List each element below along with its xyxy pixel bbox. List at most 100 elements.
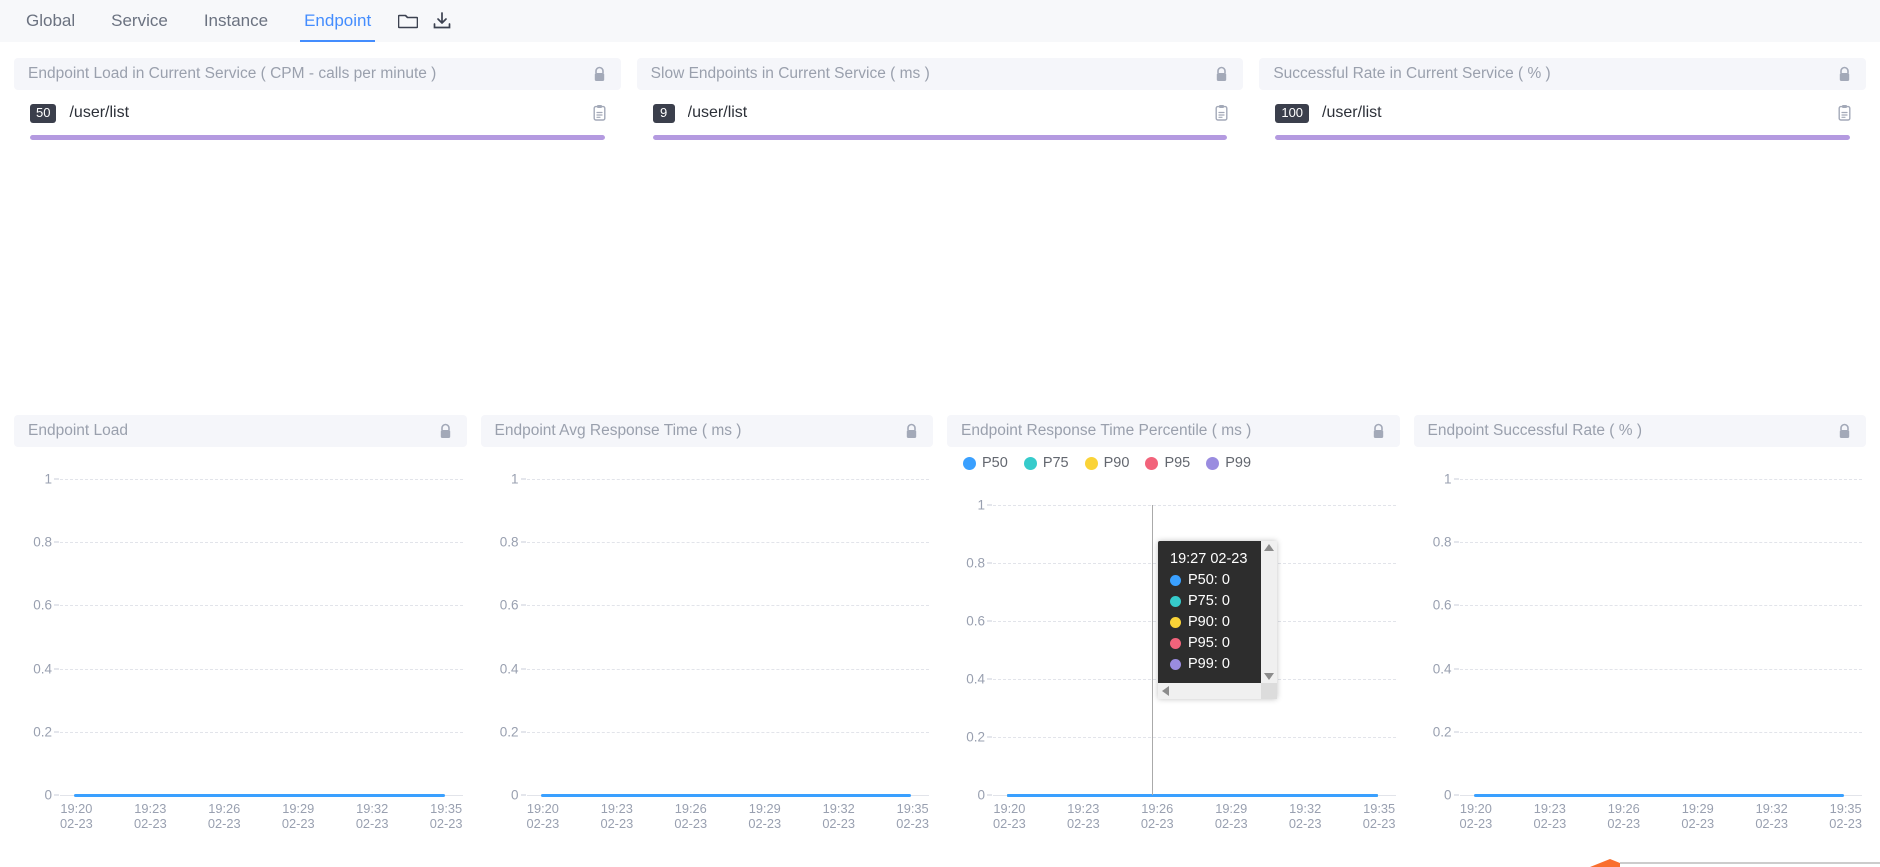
y-axis-tick-label: 0.8 [499,534,519,550]
legend-item-p95[interactable]: P95 [1145,455,1190,471]
clipboard-icon[interactable] [1214,104,1229,122]
clipboard-icon[interactable] [592,104,607,122]
tooltip-vertical-scrollbar[interactable] [1261,541,1277,683]
x-axis-tick-label: 19:35 02-23 [1829,801,1862,831]
folder-icon[interactable] [393,0,423,42]
x-axis-tick-label: 19:32 02-23 [355,801,389,831]
y-axis-tick-mark [520,604,526,606]
y-axis-tick-label: 0.6 [499,597,519,613]
download-icon[interactable] [427,0,457,42]
card-body: 100 /user/list [1259,90,1866,140]
chart-canvas-successful-rate[interactable]: 1 0.8 0.6 0.4 0.2 0 19:20 02-23 19:23 02-23 19:26 0… [1414,461,1867,841]
triangle-down-icon[interactable] [1264,673,1274,680]
x-axis-tick-label: 19:32 02-23 [1288,801,1322,831]
clipboard-icon[interactable] [1837,104,1852,122]
x-axis-tick-label: 19:29 02-23 [281,801,315,831]
y-axis-tick-mark [54,668,59,670]
legend-label-p90: P90 [1103,455,1130,471]
y-axis-tick-mark [520,541,526,543]
legend-item-p50[interactable]: P50 [963,455,1008,471]
legend-dot-p99 [1206,456,1220,470]
y-axis-tick-mark [1453,668,1459,670]
tooltip-content: 19:27 02-23 P50: 0 P75: 0 P90: 0 P95: 0 P99: … [1158,541,1261,683]
lock-icon[interactable] [1214,66,1229,83]
gridline [993,737,1396,738]
card-endpoint-load-current-service: Endpoint Load in Current Service ( CPM -… [14,58,621,140]
gridline [60,542,463,544]
x-axis-tick-label: 19:32 02-23 [822,801,856,831]
x-axis: 19:20 02-23 19:23 02-23 19:26 02-23 19:29 02-23… [60,801,463,831]
legend-item-p99[interactable]: P99 [1206,455,1251,471]
nav-tab-instance[interactable]: Instance [186,0,286,42]
lock-icon[interactable] [592,66,607,83]
y-axis-tick-label: 0.2 [499,724,519,740]
y-axis-tick-mark [1453,731,1459,733]
y-axis-tick-mark [1453,794,1459,796]
lock-icon[interactable] [438,423,453,440]
lock-icon[interactable] [1837,423,1852,440]
endpoint-row[interactable]: 9 /user/list [639,100,1242,126]
charts-row: Endpoint Load 1 0.8 0.6 0.4 0.2 0 19:20 02-23 19… [0,415,1880,841]
legend-dot-p90 [1084,456,1098,470]
nav-tab-service[interactable]: Service [93,0,186,42]
lock-icon[interactable] [1837,66,1852,83]
legend-label-p75: P75 [1042,455,1069,471]
gridline [526,668,929,670]
triangle-left-icon[interactable] [1162,686,1169,696]
y-axis-tick-mark [54,541,59,543]
endpoint-row[interactable]: 100 /user/list [1261,100,1864,126]
x-axis-tick-label: 19:29 02-23 [748,801,782,831]
chart-canvas-response-time-percentile[interactable]: 1 0.8 0.6 0.4 0.2 0 19:20 02-23 19:23 02-23 19:26 0… [947,487,1400,841]
y-axis-tick-label: 0.6 [33,597,52,613]
chart-canvas-endpoint-load[interactable]: 1 0.8 0.6 0.4 0.2 0 19:20 02-23 19:23 02-23 19:26 0… [14,461,467,841]
tooltip-row: P90: 0 [1170,612,1250,633]
y-axis-tick-mark [54,604,59,606]
y-axis-tick-mark [987,562,992,564]
gridline [1459,668,1862,670]
legend-label-p95: P95 [1164,455,1191,471]
tooltip-series-label: P99: 0 [1188,656,1230,672]
panel-endpoint-successful-rate: Endpoint Successful Rate ( % ) 1 0.8 0.6 0.… [1413,415,1867,841]
y-axis-tick-label: 1 [1443,471,1452,487]
x-axis-tick-label: 19:35 02-23 [896,801,929,831]
y-axis-tick-label: 1 [44,471,52,487]
y-axis-tick-label: 0 [510,787,519,803]
metric-value-badge: 50 [30,103,57,123]
load-bar-track [1275,135,1851,140]
card-title: Successful Rate in Current Service ( % ) [1273,65,1551,82]
tooltip-horizontal-scrollbar[interactable] [1158,683,1277,699]
y-axis-tick-label: 0 [977,787,985,803]
legend-item-p90[interactable]: P90 [1084,455,1130,471]
chart-canvas-avg-response-time[interactable]: 1 0.8 0.6 0.4 0.2 0 19:20 02-23 19:23 02-23 19:26 0… [481,461,934,841]
triangle-up-icon[interactable] [1264,544,1274,551]
legend-label-p99: P99 [1225,455,1252,471]
endpoint-row[interactable]: 50 /user/list [16,100,619,126]
y-axis-tick-label: 0.6 [966,613,985,629]
y-axis-tick-label: 0.2 [1432,724,1452,740]
legend-item-p75[interactable]: P75 [1023,455,1069,471]
nav-tab-global[interactable]: Global [8,0,93,42]
y-axis-tick-label: 0 [44,787,52,803]
gridline [526,479,929,480]
x-axis: 19:20 02-23 19:23 02-23 19:26 02-23 19:29 02-23… [527,801,930,831]
lock-icon[interactable] [1371,423,1386,440]
y-axis-tick-label: 0.2 [33,724,52,740]
gridline [526,542,929,544]
panel-header: Endpoint Avg Response Time ( ms ) [480,415,933,447]
load-bar-fill [1275,135,1851,140]
endpoint-name[interactable]: /user/list [688,104,1215,122]
panel-header: Endpoint Successful Rate ( % ) [1413,415,1866,447]
tooltip-series-label: P50: 0 [1188,572,1230,588]
endpoint-name[interactable]: /user/list [69,104,591,122]
x-axis-tick-label: 19:26 02-23 [1607,801,1641,831]
tooltip-row: P75: 0 [1170,591,1250,612]
tooltip-series-dot [1170,617,1181,628]
nav-tab-endpoint[interactable]: Endpoint [286,0,389,42]
top-navigation: Global Service Instance Endpoint [0,0,1880,42]
lock-icon[interactable] [904,423,919,440]
y-axis-tick-label: 0.2 [966,729,985,745]
series-line-p50 [1007,794,1378,798]
legend-dot-p50 [963,456,976,470]
endpoint-name[interactable]: /user/list [1322,104,1837,122]
tooltip-series-label: P75: 0 [1188,593,1230,609]
